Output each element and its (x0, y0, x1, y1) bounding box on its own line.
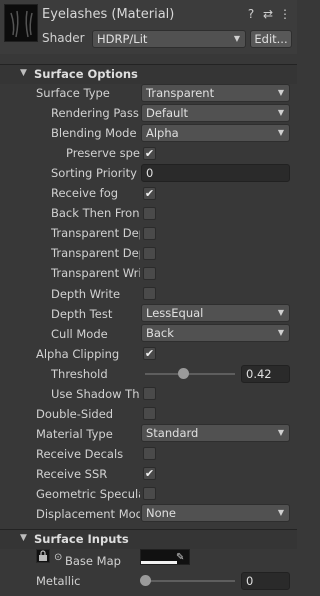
alpha-clipping-checkbox[interactable]: ✔ (143, 347, 156, 360)
preset-icon[interactable]: ⇄ (262, 7, 274, 21)
edit-shader-button[interactable]: Edit... (250, 30, 292, 48)
receive-decals-label: Receive Decals (36, 447, 124, 461)
receive-ssr-label: Receive SSR (36, 467, 108, 481)
material-preview-thumbnail (4, 4, 38, 42)
chevron-down-icon: ▼ (277, 328, 284, 337)
use-shadow-threshold-checkbox[interactable] (143, 387, 156, 400)
section-title: Surface Options (34, 67, 138, 81)
dropdown-value: Back (146, 326, 174, 340)
object-picker-circle-icon[interactable]: ⊙ (54, 552, 62, 563)
metallic-value-field[interactable]: 0 (241, 572, 290, 590)
back-then-front-label: Back Then Fron (51, 206, 140, 220)
dropdown-value: Standard (146, 426, 199, 440)
surface-inputs-header[interactable]: ▼ Surface Inputs (0, 529, 297, 549)
use-shadow-threshold-label: Use Shadow Th (51, 387, 140, 401)
shader-dropdown-value: HDRP/Lit (97, 32, 148, 46)
chevron-down-icon: ▼ (277, 108, 284, 117)
double-sided-label: Double-Sided (36, 407, 114, 421)
foldout-arrow-icon[interactable]: ▼ (20, 68, 27, 78)
threshold-label: Threshold (51, 367, 108, 381)
foldout-arrow-icon[interactable]: ▼ (20, 533, 27, 543)
rendering-pass-label: Rendering Pass (51, 106, 139, 120)
displacement-mode-label: Displacement Mod (36, 507, 140, 521)
depth-test-dropdown[interactable]: LessEqual ▼ (141, 304, 290, 322)
preserve-specular-checkbox[interactable]: ✔ (143, 147, 156, 160)
surface-options-header[interactable]: ▼ Surface Options (0, 64, 297, 84)
rendering-pass-dropdown[interactable]: Default ▼ (141, 104, 290, 122)
blending-mode-label: Blending Mode (51, 126, 137, 140)
sorting-priority-field[interactable]: 0 (141, 164, 290, 182)
chevron-down-icon: ▼ (277, 428, 284, 437)
dropdown-value: None (146, 506, 177, 520)
chevron-down-icon: ▼ (233, 34, 240, 43)
chevron-down-icon: ▼ (277, 308, 284, 317)
lock-icon (39, 550, 47, 561)
threshold-slider-track[interactable] (145, 373, 235, 375)
preserve-specular-label: Preserve spe (66, 146, 140, 160)
receive-fog-checkbox[interactable]: ✔ (143, 187, 156, 200)
help-icon[interactable]: ? (245, 7, 257, 21)
back-then-front-checkbox[interactable] (143, 207, 156, 220)
blending-mode-dropdown[interactable]: Alpha ▼ (141, 124, 290, 142)
depth-write-checkbox[interactable] (143, 287, 156, 300)
shader-label: Shader (42, 31, 85, 45)
material-header: Eyelashes (Material) ? ⇄ ⋮ Shader HDRP/L… (0, 0, 297, 54)
chevron-down-icon: ▼ (277, 508, 284, 517)
transparent-depth-prepass-checkbox[interactable] (143, 227, 156, 240)
geometric-specular-aa-checkbox[interactable] (143, 487, 156, 500)
surface-type-dropdown[interactable]: Transparent ▼ (141, 84, 290, 102)
threshold-slider-handle[interactable] (177, 368, 189, 379)
metallic-slider-handle[interactable] (140, 575, 151, 586)
surface-type-label: Surface Type (36, 86, 110, 100)
receive-decals-checkbox[interactable] (143, 447, 156, 460)
material-type-label: Material Type (36, 427, 113, 441)
shader-dropdown[interactable]: HDRP/Lit ▼ (92, 30, 246, 48)
dropdown-value: Default (146, 106, 189, 120)
transparent-depth-postpass-label: Transparent Dep (51, 246, 140, 260)
base-map-texture-slot[interactable] (36, 549, 50, 563)
cull-mode-dropdown[interactable]: Back ▼ (141, 324, 290, 342)
transparent-depth-postpass-checkbox[interactable] (143, 247, 156, 260)
cull-mode-label: Cull Mode (51, 327, 108, 341)
chevron-down-icon: ▼ (277, 88, 284, 97)
alpha-clipping-label: Alpha Clipping (36, 347, 120, 361)
dropdown-value: LessEqual (146, 306, 204, 320)
eyedropper-icon[interactable]: ✎ (176, 552, 184, 563)
dropdown-value: Alpha (146, 126, 179, 140)
material-type-dropdown[interactable]: Standard ▼ (141, 424, 290, 442)
double-sided-checkbox[interactable] (143, 407, 156, 420)
chevron-down-icon: ▼ (277, 128, 284, 137)
geometric-specular-aa-label: Geometric Specula (36, 487, 140, 501)
depth-write-label: Depth Write (51, 287, 121, 301)
threshold-value-field[interactable]: 0.42 (241, 365, 290, 383)
sorting-priority-label: Sorting Priority (51, 166, 137, 180)
transparent-writes-motion-checkbox[interactable] (143, 267, 156, 280)
context-menu-icon[interactable]: ⋮ (279, 7, 291, 21)
material-title: Eyelashes (Material) (42, 7, 175, 22)
transparent-depth-prepass-label: Transparent Dep (51, 226, 140, 240)
receive-ssr-checkbox[interactable]: ✔ (143, 467, 156, 480)
eyelashes-preview-image (10, 10, 33, 38)
displacement-mode-dropdown[interactable]: None ▼ (141, 504, 290, 522)
section-title: Surface Inputs (34, 532, 129, 546)
transparent-writes-motion-label: Transparent Wri (51, 266, 140, 280)
metallic-slider-track[interactable] (145, 580, 235, 582)
receive-fog-label: Receive fog (51, 186, 119, 200)
base-map-label: Base Map (65, 554, 121, 568)
depth-test-label: Depth Test (51, 307, 113, 321)
dropdown-value: Transparent (146, 86, 215, 100)
metallic-label: Metallic (36, 574, 81, 588)
